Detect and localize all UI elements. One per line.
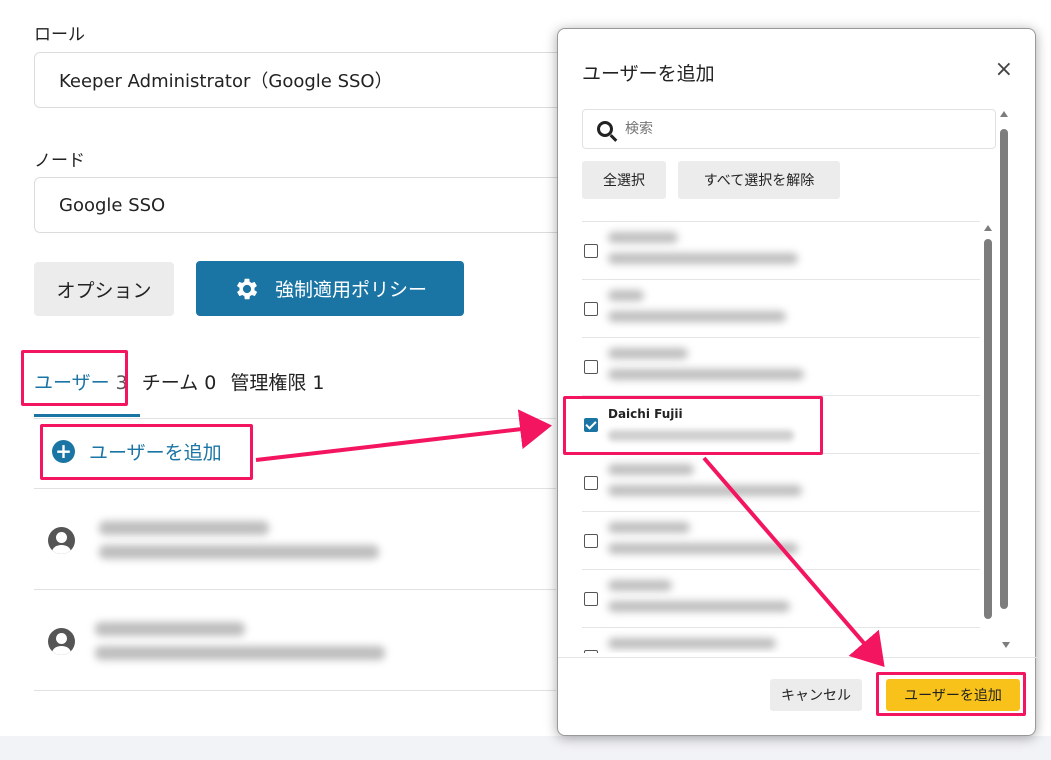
dialog-scrollbar[interactable] bbox=[1000, 111, 1008, 651]
user-checkbox[interactable] bbox=[584, 650, 598, 653]
user-row bbox=[34, 591, 556, 691]
list-item[interactable] bbox=[582, 280, 980, 338]
page-footer-band bbox=[0, 736, 1051, 760]
blurred-user-info bbox=[99, 521, 379, 559]
list-item[interactable] bbox=[582, 222, 980, 280]
list-item[interactable] bbox=[582, 512, 980, 570]
scroll-up-icon[interactable] bbox=[1000, 111, 1008, 117]
add-user-dialog: ユーザーを追加 × 全選択 すべて選択を解除 bbox=[557, 28, 1037, 736]
list-divider bbox=[34, 488, 556, 489]
scroll-up-icon[interactable] bbox=[984, 225, 992, 231]
search-icon bbox=[597, 121, 613, 137]
tab-bar: ユーザー 3 チーム 0 管理権限 1 bbox=[34, 368, 325, 395]
role-label: ロール bbox=[34, 25, 85, 45]
dialog-footer-divider bbox=[558, 657, 1037, 658]
list-item[interactable] bbox=[582, 628, 980, 653]
add-user-confirm-button[interactable]: ユーザーを追加 bbox=[886, 679, 1020, 711]
list-scrollbar[interactable] bbox=[984, 225, 992, 655]
active-tab-indicator bbox=[34, 414, 140, 417]
list-item[interactable]: Daichi Fujii bbox=[582, 396, 980, 454]
user-checkbox[interactable] bbox=[584, 534, 598, 548]
gear-icon bbox=[236, 278, 258, 299]
list-divider bbox=[34, 589, 556, 590]
add-user-label: ユーザーを追加 bbox=[89, 442, 222, 464]
scroll-down-icon[interactable] bbox=[1002, 642, 1010, 648]
list-item[interactable] bbox=[582, 454, 980, 512]
scrollbar-thumb[interactable] bbox=[984, 239, 992, 619]
dialog-title: ユーザーを追加 bbox=[582, 63, 715, 85]
blurred-user-info bbox=[95, 622, 385, 660]
plus-circle-icon: + bbox=[52, 440, 75, 463]
user-checkbox[interactable] bbox=[584, 592, 598, 606]
list-item[interactable] bbox=[582, 570, 980, 628]
deselect-all-button[interactable]: すべて選択を解除 bbox=[678, 161, 840, 199]
user-name: Daichi Fujii bbox=[608, 407, 683, 421]
search-box bbox=[582, 109, 996, 149]
tab-teams[interactable]: チーム 0 bbox=[142, 368, 217, 395]
user-row bbox=[34, 490, 556, 590]
blurred-user-email bbox=[608, 430, 794, 441]
user-checkbox[interactable] bbox=[584, 302, 598, 316]
close-icon[interactable]: × bbox=[995, 57, 1013, 82]
options-button[interactable]: オプション bbox=[34, 262, 174, 316]
list-divider bbox=[34, 690, 556, 691]
cancel-button[interactable]: キャンセル bbox=[770, 679, 862, 711]
user-checkbox-checked[interactable] bbox=[584, 418, 598, 432]
tab-users[interactable]: ユーザー 3 bbox=[34, 368, 128, 395]
list-item[interactable] bbox=[582, 338, 980, 396]
role-field[interactable]: Keeper Administrator（Google SSO） bbox=[34, 52, 574, 108]
scrollbar-thumb[interactable] bbox=[1000, 129, 1008, 609]
tab-admin-permissions[interactable]: 管理権限 1 bbox=[230, 368, 324, 395]
enforcement-policy-label: 強制適用ポリシー bbox=[274, 279, 427, 301]
user-checkbox[interactable] bbox=[584, 244, 598, 258]
user-select-list: Daichi Fujii bbox=[582, 221, 980, 653]
user-avatar-icon bbox=[48, 627, 75, 655]
search-input[interactable] bbox=[625, 121, 945, 137]
enforcement-policy-button[interactable]: 強制適用ポリシー bbox=[196, 261, 464, 316]
user-avatar-icon bbox=[48, 526, 75, 554]
node-label: ノード bbox=[34, 151, 85, 171]
select-all-button[interactable]: 全選択 bbox=[582, 161, 666, 199]
user-checkbox[interactable] bbox=[584, 476, 598, 490]
tab-divider bbox=[34, 418, 556, 419]
user-checkbox[interactable] bbox=[584, 360, 598, 374]
add-user-link[interactable]: + ユーザーを追加 bbox=[52, 438, 222, 465]
node-field[interactable]: Google SSO bbox=[34, 177, 574, 233]
